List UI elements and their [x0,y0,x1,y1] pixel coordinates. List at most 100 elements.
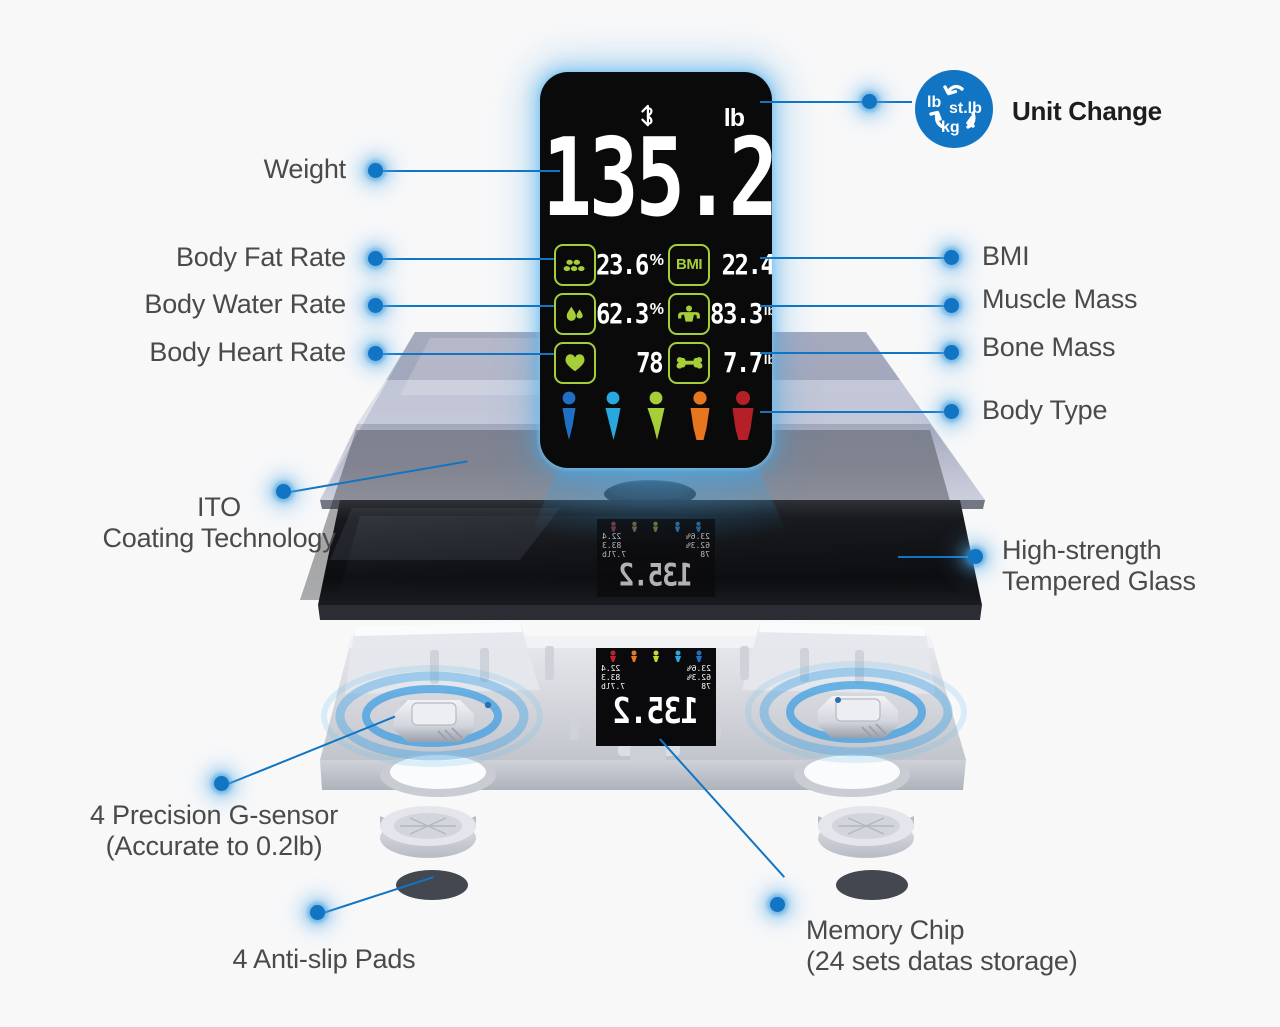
dot-anti-slip[interactable] [310,905,325,920]
connector-line-bone-mass [760,352,950,354]
water-drop-icon [554,292,596,335]
body-type-4 [690,391,709,440]
dot-body-heart[interactable] [368,346,383,361]
metric-body-heart-rate: 78 [554,338,668,387]
dot-tempered-glass[interactable] [968,549,983,564]
callout-body-type: Body Type [982,395,1108,425]
unit-option-stlb: st.lb [949,100,982,117]
mini-body-type-icons [597,519,715,532]
lcd-body-type-row [556,390,756,442]
connector-line-body-water [382,305,554,307]
connector-line-body-heart [382,353,554,355]
callout-bmi: BMI [982,241,1030,271]
mini2-row-1-right: 22.4 [601,664,621,673]
unit-option-kg: kg [941,119,960,136]
callout-body-fat-rate: Body Fat Rate [176,242,346,272]
lcd-metrics-grid: 23.6 % BMI 22.4 62.3 % 83.3 lb 78 7.7 lb [554,240,772,387]
metric-body-fat-rate: 23.6 % [554,240,668,289]
callout-body-water-rate: Body Water Rate [144,289,346,319]
mini2-row-2-right: 83.3 [601,673,621,682]
mini-row-2: 62.3% 83.3 [597,541,715,550]
connector-line-unit-change [760,101,912,103]
dot-weight[interactable] [368,163,383,178]
mini2-row-2: 62.3% 83.3 [596,673,716,682]
mini2-row-2-left: 62.3% [686,673,711,682]
body-water-rate-suffix: % [649,301,665,318]
mini-display-reflection: 23.6% 22.4 62.3% 83.3 78 7.7lb 135.2 [597,519,715,597]
connector-line-anti-slip [322,876,434,914]
callout-anti-slip: 4 Anti-slip Pads [232,944,416,974]
dot-g-sensor[interactable] [214,776,229,791]
main-lcd-display: lb 135.2 23.6 % BMI 22.4 62.3 % 83.3 lb … [540,72,772,468]
body-water-rate-value: 62.3 [596,297,649,330]
infographic-canvas: lb 135.2 23.6 % BMI 22.4 62.3 % 83.3 lb … [0,0,1280,1027]
mini-row-2-right: 83.3 [602,541,622,550]
connector-line-tempered-glass [898,556,976,558]
dot-body-water[interactable] [368,298,383,313]
bone-icon [668,341,711,384]
dot-unit-change[interactable] [862,94,877,109]
connector-line-memory-chip [659,738,786,878]
sensor-marker-left [484,701,492,709]
mini-row-2-left: 62.3% [685,541,710,550]
anti-slip-pad-right [836,870,908,900]
muscle-mass-value: 83.3 [710,297,763,330]
unit-option-lb: lb [927,94,942,111]
mini-row-1: 23.6% 22.4 [597,532,715,541]
bmi-value: 22.4 [721,248,772,281]
bone-mass-suffix: lb [763,352,772,367]
dot-muscle-mass[interactable] [944,298,959,313]
unit-change-title: Unit Change [1012,96,1162,126]
dot-memory-chip[interactable] [770,897,785,912]
bmi-icon: BMI [668,243,711,286]
muscle-icon [668,292,711,335]
g-sensor-right [745,661,967,763]
mini-body-type-icons-2 [596,648,716,662]
mini-display-chassis: 23.6% 22.4 62.3% 83.3 78 7.7lb 135.2 [596,648,716,746]
body-type-1 [562,391,576,440]
metric-muscle-mass: 83.3 lb [668,289,772,338]
body-fat-rate-value: 23.6 [596,248,649,281]
mini2-weight-value: 135.2 [613,690,699,733]
scale-feet [380,806,914,858]
body-heart-rate-value: 78 [636,346,663,379]
mini-weight-value: 135.2 [619,558,693,594]
dot-body-type[interactable] [944,404,959,419]
callout-muscle-mass: Muscle Mass [982,284,1138,314]
bmi-icon-text: BMI [676,256,703,273]
mini-row-1-right: 22.4 [602,532,622,541]
dot-bmi[interactable] [944,250,959,265]
callout-weight: Weight [263,154,347,184]
connector-line-g-sensor [227,715,396,785]
dot-bone-mass[interactable] [944,345,959,360]
callout-g-sensor: 4 Precision G-sensor (Accurate to 0.2lb) [89,800,339,862]
connector-line-bmi [760,257,950,259]
body-fat-rate-suffix: % [649,252,665,269]
connector-line-body-fat [382,258,554,260]
mini2-row-1-left: 23.6% [686,664,711,673]
body-fat-icon [554,243,596,286]
connector-line-muscle-mass [760,305,950,307]
callout-memory-chip: Memory Chip (24 sets datas storage) [806,915,1078,977]
dot-body-fat[interactable] [368,251,383,266]
connector-line-weight [382,170,560,172]
metric-bone-mass: 7.7 lb [668,338,772,387]
heart-icon [554,341,596,384]
connector-line-ito [289,460,468,493]
mini-row-1-left: 23.6% [685,532,710,541]
callout-tempered-glass: High-strength Tempered Glass [1002,535,1196,597]
callout-body-heart-rate: Body Heart Rate [149,337,346,367]
metric-bmi: BMI 22.4 [668,240,772,289]
body-type-5 [732,391,754,440]
body-type-2 [605,391,620,440]
callout-ito: ITO Coating Technology [102,492,336,554]
unit-change-badge[interactable]: lb st.lb kg [915,70,993,148]
metric-body-water-rate: 62.3 % [554,289,668,338]
bone-mass-value: 7.7 [722,346,763,379]
g-sensor-left [321,665,543,767]
mini2-row-1: 23.6% 22.4 [596,664,716,673]
lcd-weight-value: 135.2 [542,115,772,241]
body-type-3 [647,391,665,440]
callout-bone-mass: Bone Mass [982,332,1116,362]
connector-line-body-type [760,411,950,413]
